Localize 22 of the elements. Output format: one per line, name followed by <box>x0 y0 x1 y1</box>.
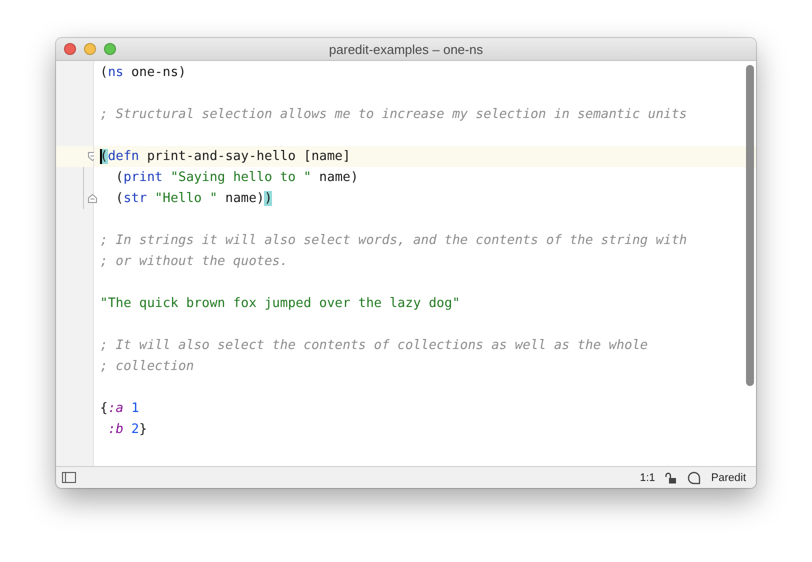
cursor-position[interactable]: 1:1 <box>640 472 656 484</box>
code-line: ; It will also select the contents of collections as well as the whole <box>100 338 648 353</box>
window-title: paredit-examples – one-ns <box>329 42 483 56</box>
zoom-button[interactable] <box>104 43 116 55</box>
code-line: "The quick brown fox jumped over the lazy dog" <box>100 296 460 311</box>
code-line: (str "Hello " name)) <box>114 191 272 206</box>
close-button[interactable] <box>64 43 76 55</box>
code-line: :b 2} <box>106 422 147 437</box>
code-line: (print "Saying hello to " name) <box>114 170 358 185</box>
minimize-button[interactable] <box>84 43 96 55</box>
fold-icon[interactable] <box>88 194 97 203</box>
editor-mode[interactable]: Paredit <box>711 472 746 484</box>
code-line: ; Structural selection allows me to increase my selection in semantic units <box>100 107 687 122</box>
code-line: ; In strings it will also select words, and the contents of the string with <box>100 233 687 248</box>
scrollbar-thumb[interactable] <box>746 65 754 386</box>
lock-icon[interactable] <box>665 472 678 484</box>
code-line: ; collection <box>100 359 194 374</box>
panel-toggle-icon[interactable] <box>62 472 76 483</box>
code-line: {:a 1 <box>100 401 140 416</box>
code-line: ; or without the quotes. <box>100 254 288 269</box>
code-line: (ns one-ns) <box>100 65 186 80</box>
speech-bubble-icon[interactable] <box>687 470 702 484</box>
